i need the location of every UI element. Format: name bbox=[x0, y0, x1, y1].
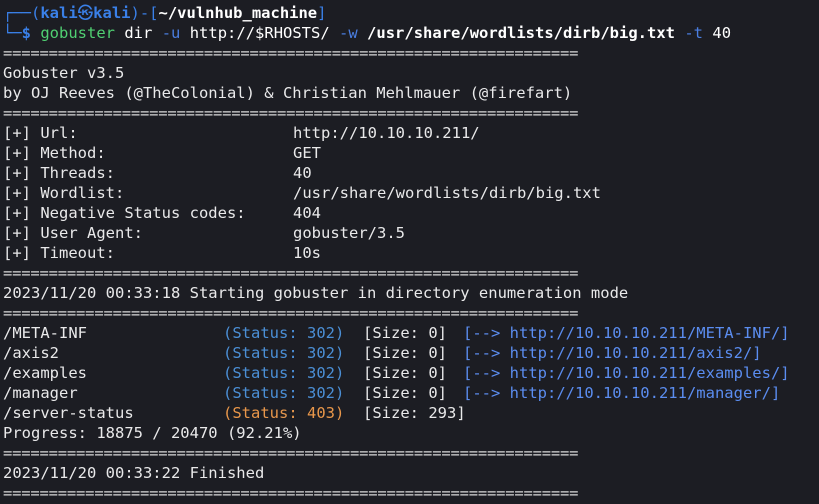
config-row: [+] Wordlist: /usr/share/wordlists/dirb/b… bbox=[3, 183, 803, 203]
prompt-header: ┌──(kali㉿kali)-[~/vulnhub_machine] bbox=[3, 3, 326, 23]
result-path: /META-INF bbox=[3, 324, 87, 342]
config-key: [+] Method: bbox=[3, 144, 106, 162]
prompt-at-symbol: ㉿ bbox=[77, 4, 94, 22]
prompt-bracket-mid: )-[ bbox=[130, 4, 159, 22]
progress-text: Progress: 18875 / 20470 (92.21%) bbox=[3, 424, 302, 442]
result-size: [Size: 293] bbox=[363, 404, 466, 422]
result-size: [Size: 0] bbox=[363, 324, 447, 342]
result-row: /server-status (Status: 403) [Size: 293] bbox=[3, 403, 815, 423]
prompt-user: kali bbox=[40, 4, 78, 22]
config-key: [+] Negative Status codes: bbox=[3, 204, 246, 222]
banner-title: Gobuster v3.5 bbox=[3, 64, 125, 82]
result-size: [Size: 0] bbox=[363, 364, 447, 382]
command-name: gobuster bbox=[40, 24, 115, 42]
separator-line: ========================================… bbox=[3, 44, 579, 62]
command-arg: dir bbox=[124, 24, 153, 42]
prompt-host: kali bbox=[93, 4, 131, 22]
result-path: /examples bbox=[3, 364, 87, 382]
config-value: 404 bbox=[293, 204, 321, 222]
result-status: (Status: 302) bbox=[223, 384, 345, 402]
config-key: [+] Threads: bbox=[3, 164, 115, 182]
config-row: [+] User Agent: gobuster/3.5 bbox=[3, 223, 803, 243]
result-path: /axis2 bbox=[3, 344, 59, 362]
flag-w: -w bbox=[339, 24, 358, 42]
result-link[interactable]: [--> http://10.10.10.211/META-INF/] bbox=[463, 323, 790, 343]
result-status: (Status: 403) bbox=[223, 404, 345, 422]
command-url: http://$RHOSTS/ bbox=[189, 24, 330, 42]
config-value: http://10.10.10.211/ bbox=[293, 124, 480, 142]
config-row: [+] Negative Status codes: 404 bbox=[3, 203, 803, 223]
flag-u: -u bbox=[161, 24, 181, 42]
result-size: [Size: 0] bbox=[363, 384, 447, 402]
prompt-arrow: └─$ bbox=[3, 24, 31, 42]
result-link[interactable]: [--> http://10.10.10.211/manager/] bbox=[463, 383, 780, 403]
result-status: (Status: 302) bbox=[223, 364, 345, 382]
config-row: [+] Method: GET bbox=[3, 143, 803, 163]
result-link[interactable]: [--> http://10.10.10.211/examples/] bbox=[463, 363, 790, 383]
flag-t: -t bbox=[684, 24, 704, 42]
prompt-bracket-open: ┌──( bbox=[3, 4, 41, 22]
result-row: /examples (Status: 302) [Size: 0] [--> http… bbox=[3, 363, 815, 383]
config-key: [+] User Agent: bbox=[3, 224, 143, 242]
start-message: 2023/11/20 00:33:18 Starting gobuster in… bbox=[3, 284, 629, 302]
result-row: /META-INF (Status: 302) [Size: 0] [--> http… bbox=[3, 323, 815, 343]
config-key: [+] Timeout: bbox=[3, 244, 115, 262]
result-status: (Status: 302) bbox=[223, 344, 345, 362]
config-key: [+] Wordlist: bbox=[3, 184, 125, 202]
config-value: /usr/share/wordlists/dirb/big.txt bbox=[293, 184, 601, 202]
separator-line: ========================================… bbox=[3, 484, 579, 502]
separator-line: ========================================… bbox=[3, 104, 579, 122]
result-size: [Size: 0] bbox=[363, 344, 447, 362]
separator-line: ========================================… bbox=[3, 444, 579, 462]
result-row: /axis2 (Status: 302) [Size: 0] [--> http://… bbox=[3, 343, 815, 363]
config-row: [+] Timeout: 10s bbox=[3, 243, 803, 263]
terminal-window[interactable]: ┌──(kali㉿kali)-[~/vulnhub_machine] └─$ g… bbox=[0, 0, 819, 504]
result-link[interactable]: [--> http://10.10.10.211/axis2/] bbox=[463, 343, 762, 363]
banner-authors: by OJ Reeves (@TheColonial) & Christian … bbox=[3, 84, 573, 102]
config-row: [+] Threads: 40 bbox=[3, 163, 803, 183]
separator-line: ========================================… bbox=[3, 304, 579, 322]
finish-message: 2023/11/20 00:33:22 Finished bbox=[3, 464, 265, 482]
config-row: [+] Url: http://10.10.10.211/ bbox=[3, 123, 803, 143]
result-row: /manager (Status: 302) [Size: 0] [--> http:… bbox=[3, 383, 815, 403]
prompt-bracket-close: ] bbox=[317, 4, 327, 22]
config-key: [+] Url: bbox=[3, 124, 78, 142]
result-path: /server-status bbox=[3, 404, 134, 422]
result-path: /manager bbox=[3, 384, 78, 402]
result-status: (Status: 302) bbox=[223, 324, 345, 342]
command-line[interactable]: └─$ gobuster dir -u http://$RHOSTS/ -w /… bbox=[3, 23, 731, 43]
config-value: gobuster/3.5 bbox=[293, 224, 405, 242]
prompt-cwd: ~/vulnhub_machine bbox=[158, 4, 318, 22]
config-value: GET bbox=[293, 144, 321, 162]
config-value: 10s bbox=[293, 244, 321, 262]
command-wordlist: /usr/share/wordlists/dirb/big.txt bbox=[367, 24, 675, 42]
config-value: 40 bbox=[293, 164, 312, 182]
command-threads: 40 bbox=[712, 24, 732, 42]
separator-line: ========================================… bbox=[3, 264, 579, 282]
